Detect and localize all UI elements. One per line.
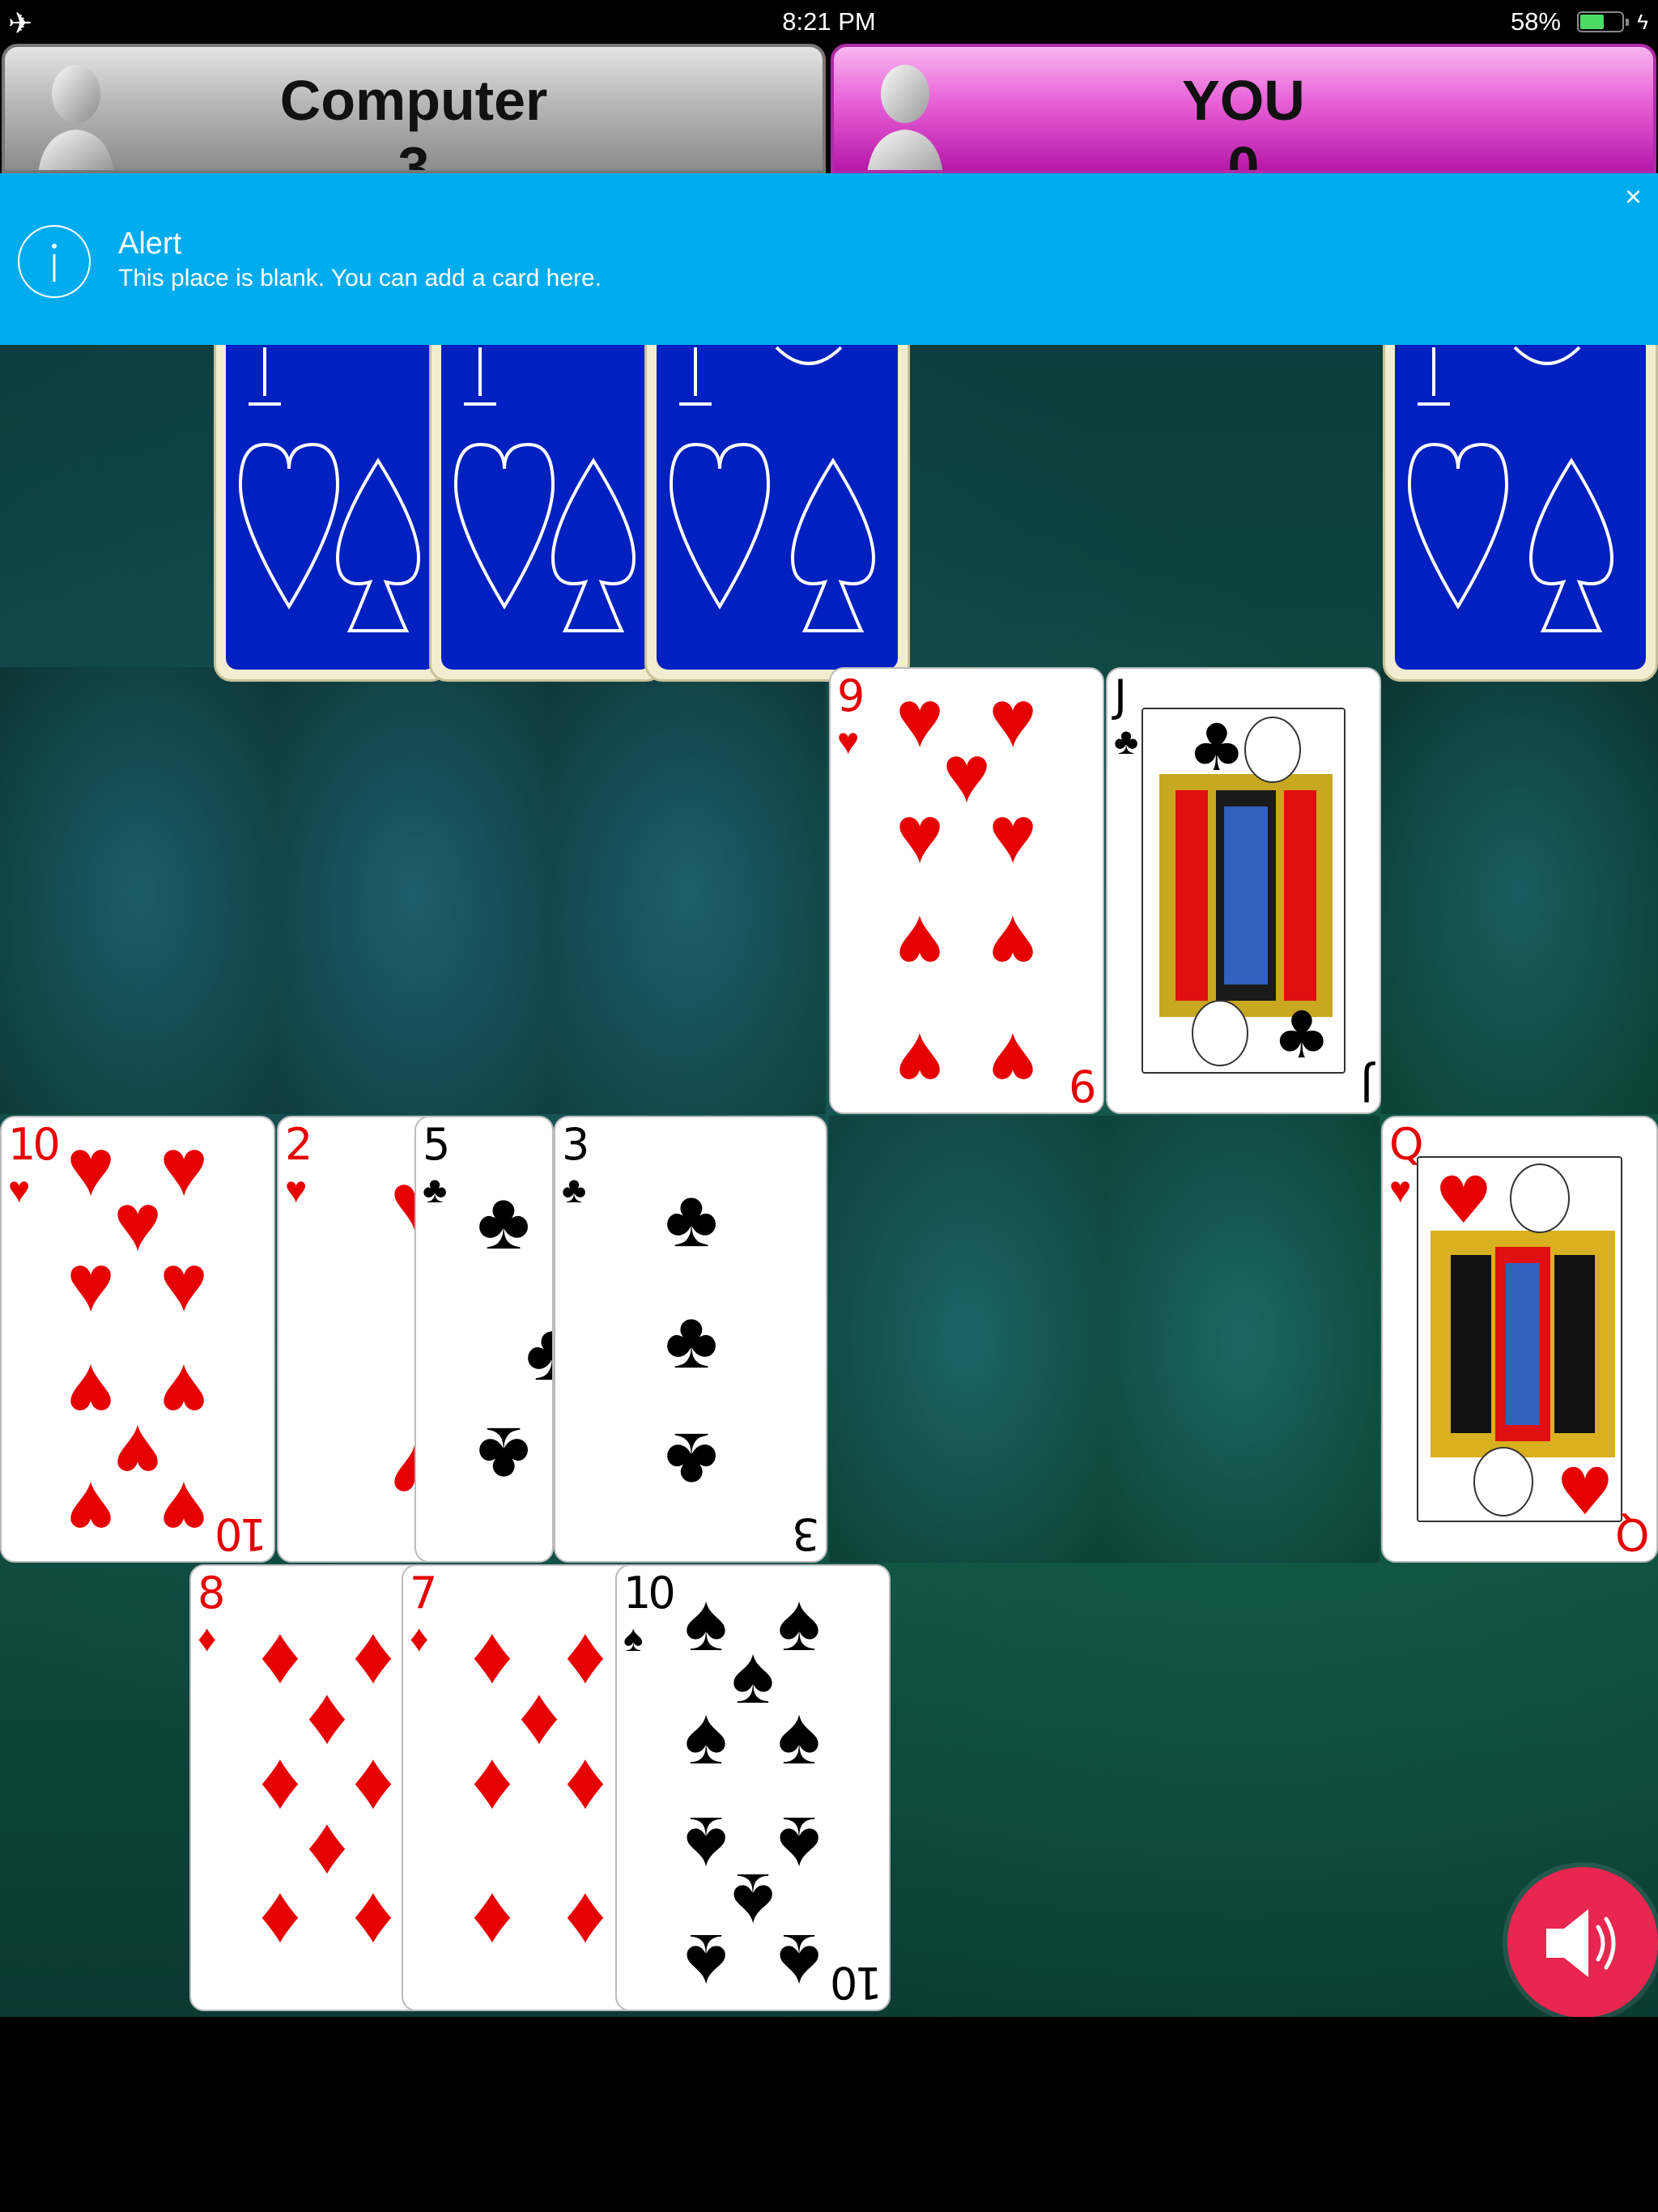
card-3-clubs[interactable]: 3 ♣ ♣ ♣ ♣ 3 <box>554 1116 827 1563</box>
empty-slot[interactable] <box>275 667 551 1114</box>
card-rank: Q <box>1389 1119 1423 1170</box>
card-rank: J <box>1114 670 1127 721</box>
svg-text:♥: ♥ <box>1435 1163 1493 1238</box>
card-10-hearts[interactable]: 10 ♥ ♥ ♥ ♥ ♥ ♥ ♥ ♥ ♥ ♥ ♥ 10 <box>0 1116 275 1563</box>
card-suit: ♣ <box>423 1168 448 1210</box>
card-back <box>429 345 664 682</box>
card-back <box>644 345 910 682</box>
card-suit: ♦ <box>198 1617 217 1659</box>
card-table: 9 ♥ ♥ ♥ ♥ ♥ ♥ ♥ ♥ ♥ ♥ 9 J ♣ ♣ ♣ J 10 ♥ ♥… <box>0 345 1658 2017</box>
charging-icon: ϟ <box>1637 10 1648 34</box>
card-rank: 2 <box>285 1119 312 1170</box>
svg-text:♥: ♥ <box>1556 1454 1614 1522</box>
card-suit: ♥ <box>837 720 860 762</box>
empty-slot[interactable] <box>1381 667 1658 1114</box>
card-suit: ♠ <box>623 1617 644 1659</box>
close-icon[interactable]: × <box>1625 180 1642 214</box>
card-rank: J <box>1363 1060 1373 1111</box>
card-rank: 5 <box>423 1119 450 1170</box>
queen-face-art: ♥ ♥ <box>1417 1156 1622 1522</box>
card-suit: ♣ <box>1114 720 1139 762</box>
card-9-hearts[interactable]: 9 ♥ ♥ ♥ ♥ ♥ ♥ ♥ ♥ ♥ ♥ 9 <box>829 667 1104 1114</box>
computer-panel: Computer 3 <box>2 44 826 173</box>
card-rank: 10 <box>833 1957 882 2008</box>
card-rank: 10 <box>218 1508 267 1559</box>
card-suit: ♥ <box>8 1168 31 1210</box>
card-rank: 8 <box>198 1568 225 1619</box>
empty-slot[interactable] <box>829 1116 1104 1563</box>
card-suit: ♦ <box>410 1617 429 1659</box>
card-rank: 10 <box>623 1568 676 1619</box>
empty-slot[interactable] <box>0 667 275 1114</box>
computer-name: Computer <box>279 69 548 132</box>
card-queen-hearts[interactable]: Q ♥ ♥ ♥ Q <box>1381 1116 1658 1563</box>
card-suit: ♥ <box>285 1168 308 1210</box>
card-back <box>214 345 449 682</box>
card-rank: 9 <box>837 670 865 721</box>
bottom-bar <box>0 2017 1658 2212</box>
card-jack-clubs[interactable]: J ♣ ♣ ♣ J <box>1106 667 1381 1114</box>
card-suit: ♥ <box>1389 1168 1412 1210</box>
you-panel: YOU 0 <box>831 44 1656 173</box>
jack-face-art: ♣ ♣ <box>1141 708 1346 1074</box>
alert-title: Alert <box>118 227 182 261</box>
alert-message: This place is blank. You can add a card … <box>118 265 602 291</box>
empty-slot[interactable] <box>551 667 826 1114</box>
card-rank: 3 <box>562 1119 589 1170</box>
speaker-icon <box>1546 1909 1616 1977</box>
card-rank: 10 <box>8 1119 61 1170</box>
status-bar: ✈ 8:21 PM 58% ϟ <box>0 0 1658 44</box>
svg-text:♣: ♣ <box>1188 710 1246 785</box>
alert-banner: Alert This place is blank. You can add a… <box>0 173 1658 345</box>
computer-score: 3 <box>397 135 430 173</box>
card-5-clubs[interactable]: 5 ♣ ♣ ♣ ♣ <box>414 1116 554 1563</box>
battery-percent: 58% <box>1510 7 1561 36</box>
card-rank: 3 <box>794 1508 819 1559</box>
you-name: YOU <box>1182 69 1305 132</box>
you-score: 0 <box>1227 135 1260 173</box>
card-back <box>1383 345 1658 682</box>
card-suit: ♣ <box>562 1168 587 1210</box>
svg-text:♣: ♣ <box>1273 998 1331 1073</box>
card-rank: 9 <box>1071 1060 1096 1111</box>
clock: 8:21 PM <box>782 7 876 36</box>
card-rank: 7 <box>410 1568 437 1619</box>
sound-toggle-button[interactable] <box>1507 1867 1658 2018</box>
battery-icon <box>1577 11 1629 32</box>
empty-slot[interactable] <box>1104 1116 1380 1563</box>
card-10-spades[interactable]: 10 ♠ ♠ ♠ ♠ ♠ ♠ ♠ ♠ ♠ ♠ ♠ 10 <box>615 1564 891 2011</box>
card-rank: Q <box>1618 1508 1650 1559</box>
info-icon <box>18 225 91 298</box>
